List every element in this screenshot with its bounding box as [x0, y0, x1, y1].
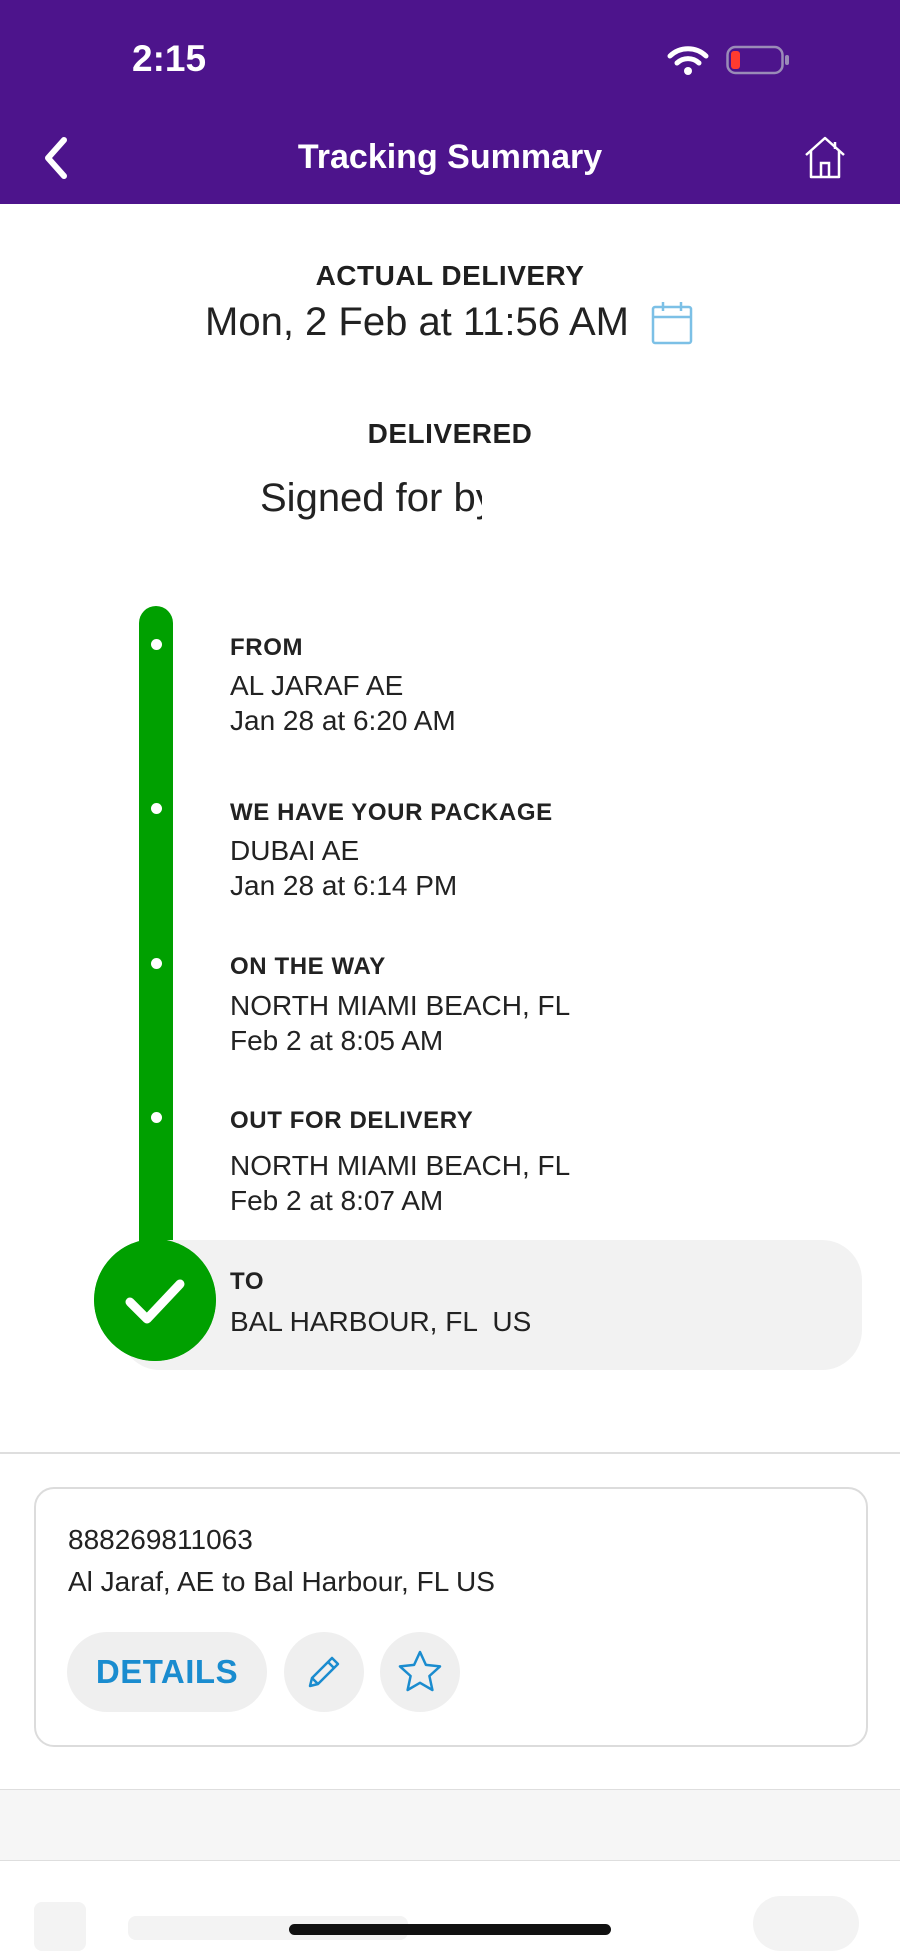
page-title: Tracking Summary — [297, 138, 603, 176]
check-icon — [94, 1239, 216, 1361]
timeline-step-label: ON THE WAY — [230, 953, 386, 980]
timeline-dot — [151, 1112, 162, 1123]
redacted-signature — [482, 478, 652, 528]
timeline-step-label: OUT FOR DELIVERY — [230, 1107, 474, 1134]
calendar-icon[interactable] — [650, 300, 694, 346]
edit-button[interactable] — [284, 1632, 364, 1712]
timeline-step-time: Jan 28 at 6:14 PM — [230, 870, 458, 901]
timeline-step-location: NORTH MIAMI BEACH, FL — [230, 990, 571, 1021]
timeline-step-time: Jan 28 at 6:20 AM — [230, 705, 456, 736]
section-divider — [0, 1452, 900, 1454]
bottom-gray-band — [0, 1790, 900, 1860]
actual-delivery-label: ACTUAL DELIVERY — [315, 260, 585, 291]
status-time: 2:15 — [132, 38, 207, 79]
section-divider — [0, 1860, 900, 1861]
battery-icon — [726, 45, 789, 75]
timeline-step-time: Feb 2 at 8:05 AM — [230, 1025, 444, 1056]
partial-list-item — [753, 1896, 859, 1951]
signed-for-text: Signed for by: — [260, 476, 507, 520]
timeline-step-label: WE HAVE YOUR PACKAGE — [230, 799, 553, 826]
home-indicator[interactable] — [289, 1924, 611, 1935]
timeline-dot — [151, 639, 162, 650]
tracking-number: 888269811063 — [68, 1524, 253, 1555]
pencil-icon — [308, 1656, 340, 1688]
timeline-dot — [151, 958, 162, 969]
star-icon — [398, 1650, 442, 1692]
timeline-step-label: FROM — [230, 634, 304, 661]
wifi-icon — [667, 46, 709, 75]
timeline-step-location: AL JARAF AE — [230, 670, 404, 701]
timeline-step-location: NORTH MIAMI BEACH, FL — [230, 1150, 571, 1181]
details-button[interactable]: DETAILS — [67, 1632, 267, 1712]
timeline-step-time: Feb 2 at 8:07 AM — [230, 1185, 444, 1216]
destination-highlight — [120, 1240, 862, 1370]
shipment-route: Al Jaraf, AE to Bal Harbour, FL US — [68, 1566, 495, 1597]
timeline-step-location: BAL HARBOUR, FL US — [230, 1306, 532, 1337]
partial-list-item — [34, 1902, 86, 1951]
home-icon[interactable] — [800, 132, 850, 182]
timeline-dot — [151, 803, 162, 814]
delivery-status: DELIVERED — [367, 418, 533, 449]
actual-delivery-date: Mon, 2 Feb at 11:56 AM — [205, 300, 629, 344]
timeline-step-location: DUBAI AE — [230, 835, 360, 866]
timeline-step-label: TO — [230, 1268, 265, 1295]
favorite-button[interactable] — [380, 1632, 460, 1712]
